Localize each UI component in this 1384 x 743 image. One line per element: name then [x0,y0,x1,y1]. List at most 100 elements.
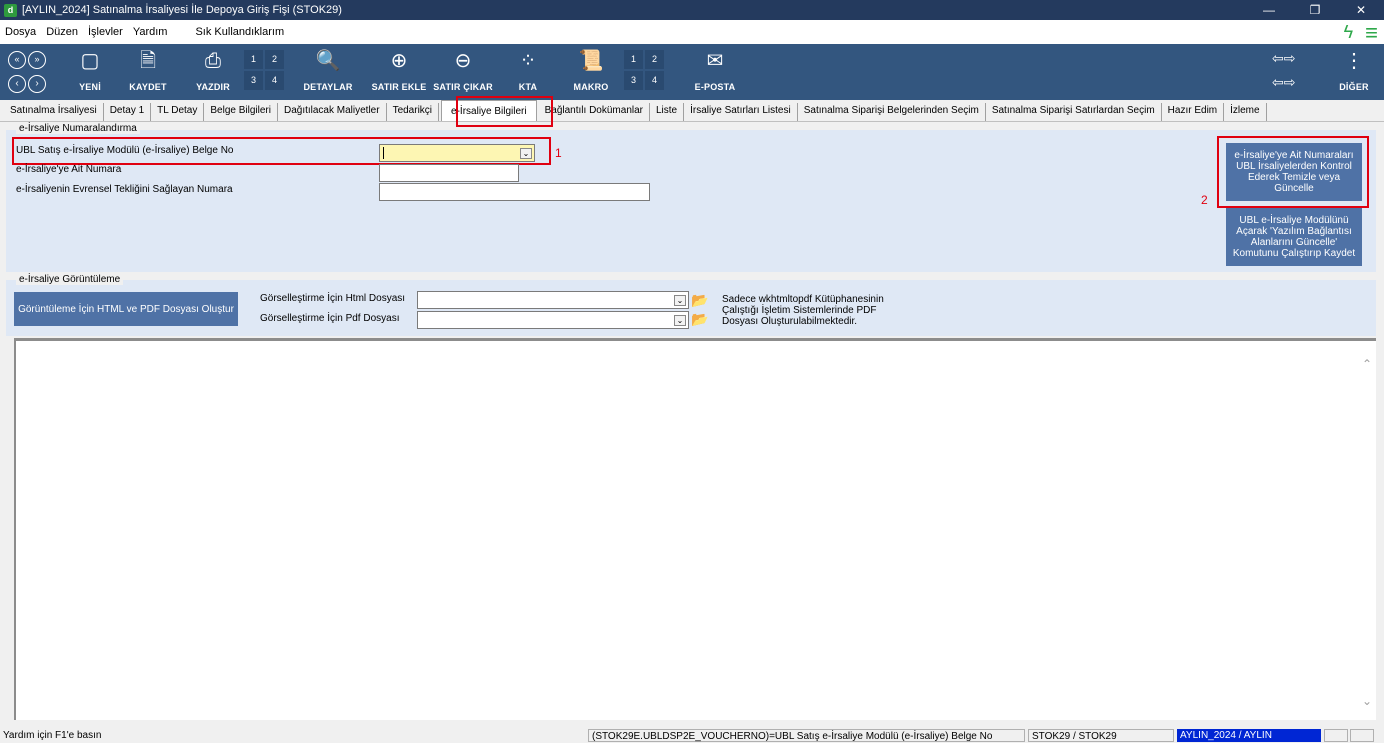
scroll-up-icon[interactable]: ⌃ [1362,357,1372,371]
details-button[interactable]: 🔍 DETAYLAR [296,48,360,92]
minus-circle-icon: ⊖ [454,50,472,72]
status-help: Yardım için F1'e basın [3,730,102,741]
macro-quick-2[interactable]: 2 [645,50,664,69]
print-quick-1[interactable]: 1 [244,50,263,69]
hamburger-menu-icon[interactable]: ≡ [1365,21,1378,43]
tab-order-lines-selection[interactable]: Satınalma Siparişi Satırlardan Seçim [986,103,1162,121]
kta-button[interactable]: ⁘ KTA [510,48,546,92]
html-file-dropdown[interactable]: ⌄ [417,291,689,309]
universal-number-label: e-İrsaliyenin Evrensel Tekliğini Sağlaya… [16,184,233,195]
document-no-dropdown[interactable]: ⌄ [379,144,535,162]
tab-tracking[interactable]: İzleme [1224,103,1267,121]
open-ubl-module-button[interactable]: UBL e-İrsaliye Modülünü Açarak 'Yazılım … [1226,208,1362,266]
navigate-arrows-icon[interactable]: ⇦⇨ [1272,74,1295,91]
preview-panel[interactable]: ⌃ ⌄ [14,338,1376,720]
chevron-down-icon[interactable]: ⌄ [674,315,686,326]
email-button[interactable]: ✉ E-POSTA [690,48,740,92]
wkhtmltopdf-note-line3: Dosyası Oluşturulabilmektedir. [722,316,858,327]
printer-icon: ⎙ [205,50,221,72]
pdf-file-label: Görselleştirme İçin Pdf Dosyası [260,313,400,324]
app-icon: d [4,3,17,17]
print-quick-4[interactable]: 4 [265,71,284,90]
text-caret [383,147,384,159]
more-vertical-icon: ⋮ [1344,50,1364,72]
document-no-label: UBL Satış e-İrsaliye Modülü (e-İrsaliye)… [16,145,234,156]
close-button[interactable]: ✕ [1338,0,1384,20]
tab-detail-1[interactable]: Detay 1 [104,103,152,121]
other-button[interactable]: ⋮ DİĞER [1334,48,1374,92]
restore-button[interactable]: ❐ [1292,0,1338,20]
macro-quick-grid: 1 2 3 4 [624,50,664,90]
universal-number-field[interactable] [379,183,650,201]
menu-bar: Dosya Düzen İşlevler Yardım Sık Kullandı… [0,20,1384,44]
add-row-button[interactable]: ⊕ SATIR EKLE [370,48,428,92]
tab-waybill-lines-list[interactable]: İrsaliye Satırları Listesi [684,103,798,121]
menu-help[interactable]: Yardım [128,26,173,38]
window-title: [AYLIN_2024] Satınalma İrsaliyesi İle De… [22,4,342,16]
waybill-number-label: e-İrsaliye'ye Ait Numara [16,164,122,175]
tab-purchase-waybill[interactable]: Satınalma İrsaliyesi [4,103,104,121]
folder-open-icon[interactable]: 📂 [691,292,709,308]
minimize-button[interactable]: — [1246,0,1292,20]
tab-ready-edim[interactable]: Hazır Edim [1162,103,1225,121]
last-record-icon[interactable]: » [28,51,46,69]
new-button[interactable]: ▢ YENİ [68,48,112,92]
print-quick-grid: 1 2 3 4 [244,50,284,90]
print-quick-2[interactable]: 2 [265,50,284,69]
new-document-icon: ▢ [80,50,100,72]
tab-order-documents-selection[interactable]: Satınalma Siparişi Belgelerinden Seçim [798,103,986,121]
macro-quick-1[interactable]: 1 [624,50,643,69]
print-quick-3[interactable]: 3 [244,71,263,90]
menu-edit[interactable]: Düzen [41,26,83,38]
lightning-icon[interactable]: ϟ [1344,22,1354,43]
display-group-label: e-İrsaliye Görüntüleme [16,274,124,285]
menu-file[interactable]: Dosya [0,26,41,38]
page-left-right-icon[interactable]: ⇦⇨ [1272,50,1295,67]
chevron-down-icon[interactable]: ⌄ [674,295,686,306]
kta-icon: ⁘ [519,50,537,72]
check-and-update-numbers-button[interactable]: e-İrsaliye'ye Ait Numaraları UBL İrsaliy… [1226,143,1362,201]
wkhtmltopdf-note-line1: Sadece wkhtmltopdf Kütüphanesinin [722,294,884,305]
details-icon: 🔍 [315,50,341,72]
tab-bar: Satınalma İrsaliyesi Detay 1 TL Detay Be… [0,100,1384,122]
tab-document-info[interactable]: Belge Bilgileri [204,103,278,121]
create-html-pdf-button[interactable]: Görüntüleme İçin HTML ve PDF Dosyası Olu… [14,292,238,326]
tab-list[interactable]: Liste [650,103,685,121]
macro-quick-3[interactable]: 3 [624,71,643,90]
waybill-number-field[interactable] [379,164,519,182]
envelope-icon: ✉ [706,50,724,72]
marker-2: 2 [1201,193,1208,207]
tab-distributed-costs[interactable]: Dağıtılacak Maliyetler [278,103,387,121]
pdf-file-dropdown[interactable]: ⌄ [417,311,689,329]
save-icon: 🗎 [139,50,157,72]
scroll-icon: 📜 [578,50,604,72]
tab-linked-documents[interactable]: Bağlantılı Dokümanlar [539,103,650,121]
marker-1: 1 [555,146,562,160]
menu-favorites[interactable]: Sık Kullandıklarım [190,26,289,38]
status-empty-1 [1324,729,1348,742]
macro-quick-4[interactable]: 4 [645,71,664,90]
menu-functions[interactable]: İşlevler [83,26,128,38]
status-bar: Yardım için F1'e basın (STOK29E.UBLDSP2E… [0,728,1384,743]
save-button[interactable]: 🗎 KAYDET [124,48,172,92]
html-file-label: Görselleştirme İçin Html Dosyası [260,293,406,304]
tab-supplier[interactable]: Tedarikçi [387,103,440,121]
status-empty-2 [1350,729,1374,742]
remove-row-button[interactable]: ⊖ SATIR ÇIKAR [432,48,494,92]
tab-tl-detail[interactable]: TL Detay [151,103,205,121]
scroll-down-icon[interactable]: ⌄ [1362,694,1372,708]
toolbar: « » ‹ › ▢ YENİ 🗎 KAYDET ⎙ YAZDIR 1 2 3 4… [0,44,1384,100]
chevron-down-icon[interactable]: ⌄ [520,148,532,159]
status-field-info: (STOK29E.UBLDSP2E_VOUCHERNO)=UBL Satış e… [588,729,1025,742]
previous-record-icon[interactable]: ‹ [8,75,26,93]
title-bar: d [AYLIN_2024] Satınalma İrsaliyesi İle … [0,0,1384,20]
numbering-group-label: e-İrsaliye Numaralandırma [16,123,140,134]
print-button[interactable]: ⎙ YAZDIR [190,48,236,92]
status-program: STOK29 / STOK29 [1028,729,1174,742]
tab-e-waybill-info[interactable]: e-İrsaliye Bilgileri [441,100,537,121]
next-record-icon[interactable]: › [28,75,46,93]
macro-button[interactable]: 📜 MAKRO [568,48,614,92]
status-company: AYLIN_2024 / AYLIN [1177,729,1321,742]
first-record-icon[interactable]: « [8,51,26,69]
folder-open-icon[interactable]: 📂 [691,311,709,327]
